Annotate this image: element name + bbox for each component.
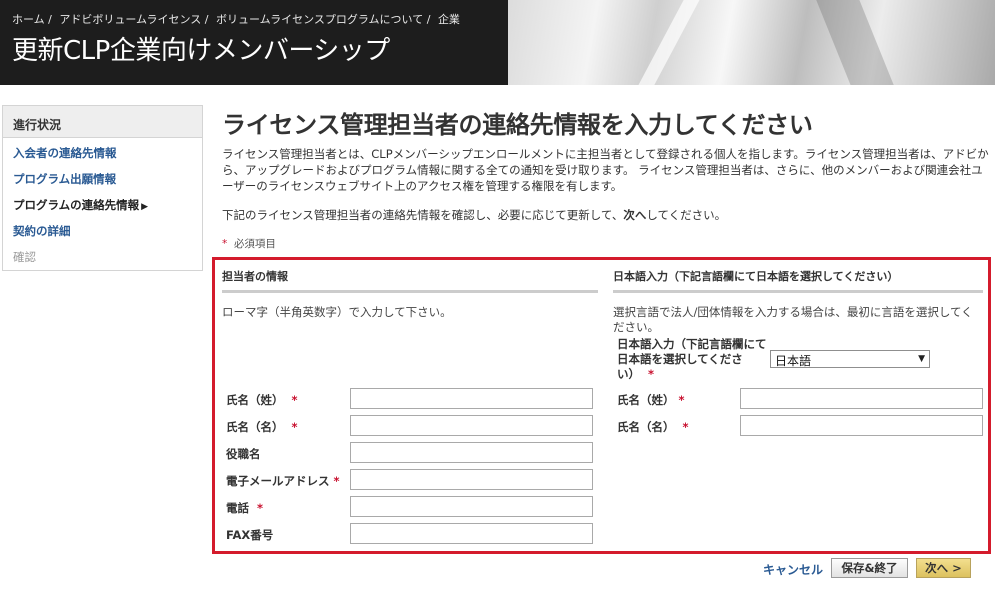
current-step-arrow-icon: ▶: [141, 202, 149, 212]
instruction-after: してください。: [646, 208, 727, 222]
field-label-jp-first-name: 氏名（名） *: [617, 419, 689, 435]
email-input[interactable]: [350, 469, 593, 490]
last-name-input[interactable]: [350, 388, 593, 409]
page-title: 更新CLP企業向けメンバーシップ: [12, 36, 390, 66]
required-star: *: [291, 420, 298, 434]
sidebar-item-enrollee-contact[interactable]: 入会者の連絡先情報: [3, 140, 202, 166]
field-label-jp-last-name: 氏名（姓） *: [617, 392, 685, 408]
label-text: 電話: [226, 501, 249, 515]
fax-input[interactable]: [350, 523, 593, 544]
required-note: * 必須項目: [222, 236, 276, 251]
header-banner-image: [508, 0, 995, 85]
language-label: 日本語入力（下記言語欄にて日本語を選択してください） *: [617, 337, 767, 382]
field-label-email: 電子メールアドレス *: [226, 473, 340, 489]
label-text: 氏名（名）: [617, 420, 675, 434]
jp-first-name-input[interactable]: [740, 415, 983, 436]
instruction-bold: 次へ: [623, 208, 647, 222]
instruction-before: 下記のライセンス管理担当者の連絡先情報を確認し、必要に応じて更新して、: [222, 208, 624, 222]
sidebar-item-confirm: 確認: [13, 250, 36, 264]
required-star: *: [648, 367, 655, 381]
label-text: 氏名（姓）: [226, 393, 284, 407]
section-heading: ライセンス管理担当者の連絡先情報を入力してください: [222, 111, 813, 139]
right-column-heading: 日本語入力（下記言語欄にて日本語を選択してください）: [613, 268, 983, 293]
breadcrumb-enterprise[interactable]: 企業: [438, 13, 460, 26]
label-text: 氏名（名）: [226, 420, 284, 434]
required-star: *: [291, 393, 298, 407]
required-star: *: [682, 420, 689, 434]
sidebar-item-program-contact[interactable]: プログラムの連絡先情報 ▶: [3, 192, 202, 218]
breadcrumb-home[interactable]: ホーム /: [12, 13, 52, 26]
sidebar-item-contract-details[interactable]: 契約の詳細: [3, 218, 202, 244]
sidebar-heading: 進行状況: [3, 106, 202, 138]
field-label-phone: 電話 *: [226, 500, 263, 516]
label-text: 電子メールアドレス: [226, 474, 330, 488]
sidebar-item-label: プログラムの連絡先情報: [13, 198, 140, 212]
language-select-value: 日本語: [775, 354, 812, 368]
contact-form: 担当者の情報 ローマ字（半角英数字）で入力して下さい。 氏名（姓） * 氏名（名…: [212, 257, 991, 554]
right-column-note: 選択言語で法人/団体情報を入力する場合は、最初に言語を選択してください。: [613, 305, 973, 334]
required-star: *: [333, 474, 340, 488]
cancel-link[interactable]: キャンセル: [763, 561, 823, 578]
page-header: ホーム / アドビボリュームライセンス / ボリュームライセンスプログラムについ…: [0, 0, 995, 85]
language-select[interactable]: 日本語 ▼: [770, 350, 930, 368]
required-note-text: 必須項目: [233, 238, 276, 250]
first-name-input[interactable]: [350, 415, 593, 436]
required-star: *: [678, 393, 685, 407]
intro-paragraph: ライセンス管理担当者とは、CLPメンバーシップエンロールメントに主担当者として登…: [222, 147, 989, 193]
required-star: *: [257, 501, 264, 515]
save-and-exit-button[interactable]: 保存&終了: [831, 558, 908, 578]
breadcrumb-about-programs[interactable]: ボリュームライセンスプログラムについて /: [216, 13, 430, 26]
instruction-text: 下記のライセンス管理担当者の連絡先情報を確認し、必要に応じて更新して、次へしてく…: [222, 207, 726, 223]
required-star: *: [222, 238, 228, 250]
field-label-fax: FAX番号: [226, 528, 274, 542]
breadcrumb-volume-licensing[interactable]: アドビボリュームライセンス /: [59, 13, 208, 26]
next-button[interactable]: 次へ >: [916, 558, 971, 578]
job-title-input[interactable]: [350, 442, 593, 463]
progress-sidebar: 進行状況 入会者の連絡先情報 プログラム出願情報 プログラムの連絡先情報 ▶ 契約…: [2, 105, 203, 271]
left-column-heading: 担当者の情報: [222, 268, 598, 293]
label-text: 氏名（姓）: [617, 393, 675, 407]
sidebar-item-program-application[interactable]: プログラム出願情報: [3, 166, 202, 192]
phone-input[interactable]: [350, 496, 593, 517]
breadcrumb: ホーム / アドビボリュームライセンス / ボリュームライセンスプログラムについ…: [12, 11, 464, 27]
left-column-note: ローマ字（半角英数字）で入力して下さい。: [222, 305, 452, 319]
jp-last-name-input[interactable]: [740, 388, 983, 409]
dropdown-arrow-icon: ▼: [918, 354, 925, 364]
field-label-first-name: 氏名（名） *: [226, 419, 298, 435]
field-label-title: 役職名: [226, 447, 261, 461]
label-text: 日本語入力（下記言語欄にて日本語を選択してください）: [617, 337, 767, 381]
field-label-last-name: 氏名（姓） *: [226, 392, 298, 408]
